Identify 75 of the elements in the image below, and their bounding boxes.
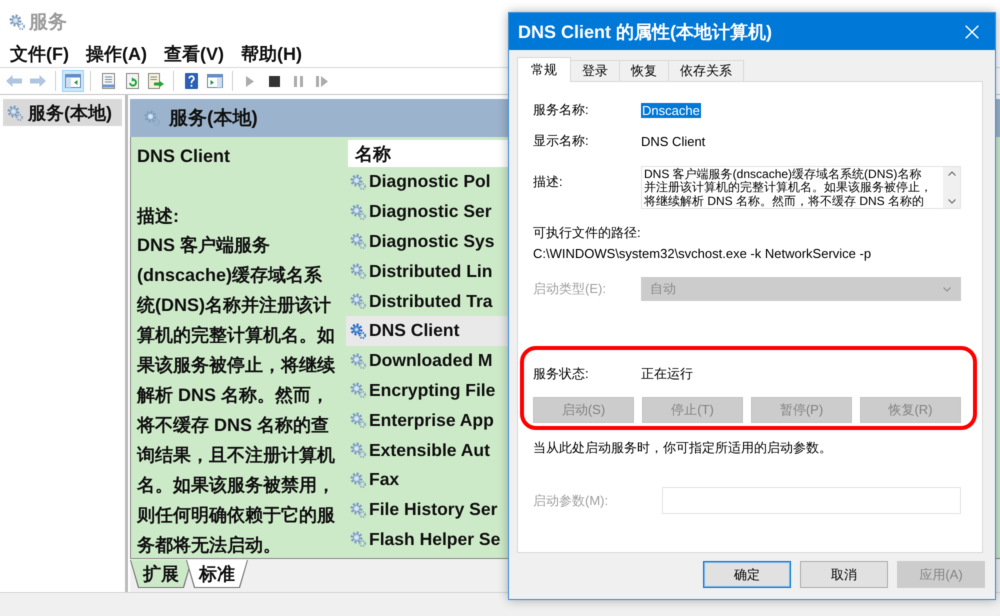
gear-icon <box>349 381 367 400</box>
chevron-up-icon[interactable] <box>948 171 956 176</box>
pane-window-icon <box>65 74 81 88</box>
gear-icon <box>8 12 26 30</box>
service-row[interactable]: Flash Helper Se <box>346 524 508 554</box>
service-row[interactable]: Distributed Lin <box>346 256 508 286</box>
document-icon <box>102 73 114 89</box>
gear-icon <box>349 202 367 221</box>
gear-icon <box>349 292 367 310</box>
service-row[interactable]: Downloaded M <box>346 346 508 376</box>
dialog-button[interactable]: 确定 <box>703 561 791 588</box>
window-icon <box>207 74 223 88</box>
menu-item[interactable]: 帮助(H) <box>240 42 302 66</box>
bar-play-icon <box>316 76 328 86</box>
field-label: 启动参数(M): <box>533 492 610 510</box>
executable-path: C:\WINDOWS\system32\svchost.exe -k NetworkService -p <box>533 245 872 263</box>
dialog-tab[interactable]: 依存关系 <box>668 60 744 81</box>
gear-icon <box>349 232 367 250</box>
scrollbar[interactable] <box>943 167 960 208</box>
tree-item[interactable]: 服务(本地) <box>3 99 122 126</box>
service-row[interactable]: Diagnostic Pol <box>346 167 508 197</box>
refresh-icon <box>126 73 138 89</box>
window-title: 服务 <box>29 10 67 34</box>
service-row[interactable]: Extensible Aut <box>346 435 508 465</box>
service-row[interactable]: DNS Client <box>346 316 508 346</box>
description-label: 描述: <box>137 205 180 228</box>
dialog-button[interactable]: 取消 <box>800 561 888 588</box>
forward-arrow-icon <box>30 75 46 87</box>
chevron-down-icon[interactable] <box>948 199 956 204</box>
field-label: 服务名称: <box>533 101 590 119</box>
pause-icon <box>294 76 302 86</box>
caret-icon <box>943 286 951 292</box>
service-row[interactable]: Diagnostic Ser <box>346 196 508 227</box>
gear-icon <box>349 500 367 519</box>
service-row[interactable]: File History Ser <box>346 494 508 525</box>
gear-icon <box>349 411 367 430</box>
help-icon <box>184 73 198 89</box>
service-row[interactable]: Diagnostic Sys <box>346 226 508 256</box>
description-box[interactable]: DNS 客户端服务(dnscache)缓存域名系统(DNS)名称 并注册该计算机的完整计算机名。如果该服务被停止， 将继续解析 DNS 名称。然而，将不缓存 DNS 名称的 <box>641 166 961 209</box>
menu-item[interactable]: 查看(V) <box>164 42 224 66</box>
service-row[interactable]: Encrypting File <box>346 376 508 406</box>
gear-icon <box>349 470 367 489</box>
status-value: 正在运行 <box>641 365 693 383</box>
gear-icon <box>349 322 367 340</box>
description-text: DNS 客户端服务(dnscache)缓存域名系统(DNS)名称并注册该计算机的完整计算机名。如果该服务被停止，将继续解析 DNS 名称。然而，将不缓存 DNS 名称的查询结果，且不注册计算机名。如果该服务被禁用，则任何明确依赖于它的服务都将无法启动。 <box>137 234 336 557</box>
field-label: 可执行文件的路径: <box>533 224 642 242</box>
page-arrow-icon <box>148 73 164 89</box>
gear-icon <box>6 104 24 122</box>
stop-icon <box>268 76 280 86</box>
column-header[interactable]: 名称 <box>348 140 508 167</box>
menu-item[interactable]: 文件(F) <box>10 42 69 66</box>
field-label: 启动类型(E): <box>533 280 607 298</box>
service-row[interactable]: Enterprise App <box>346 405 508 436</box>
gear-icon <box>349 172 367 191</box>
gear-icon <box>349 441 367 460</box>
gear-icon <box>143 109 161 127</box>
service-row[interactable]: Fax <box>346 464 508 495</box>
gear-icon <box>349 262 367 280</box>
pane-title: 服务(本地) <box>169 107 258 131</box>
service-name-value[interactable]: Dnscache <box>641 102 701 118</box>
gear-icon <box>349 530 367 548</box>
field-label: 描述: <box>533 173 564 191</box>
service-row[interactable]: Distributed Tra <box>346 286 508 316</box>
menu-item[interactable]: 操作(A) <box>86 42 147 66</box>
play-icon <box>246 76 254 86</box>
close-icon <box>965 24 979 38</box>
field-label: 显示名称: <box>533 132 590 150</box>
dialog-title: DNS Client 的属性(本地计算机) <box>518 20 772 44</box>
field-label: 服务状态: <box>533 365 590 383</box>
display-name-value: DNS Client <box>641 134 706 148</box>
hint-text: 当从此处启动服务时，你可指定所适用的启动参数。 <box>533 439 833 457</box>
back-arrow-icon <box>6 75 22 87</box>
gear-icon <box>349 352 367 370</box>
dialog-tab[interactable]: 常规 <box>517 57 571 82</box>
service-title: DNS Client <box>137 145 232 168</box>
